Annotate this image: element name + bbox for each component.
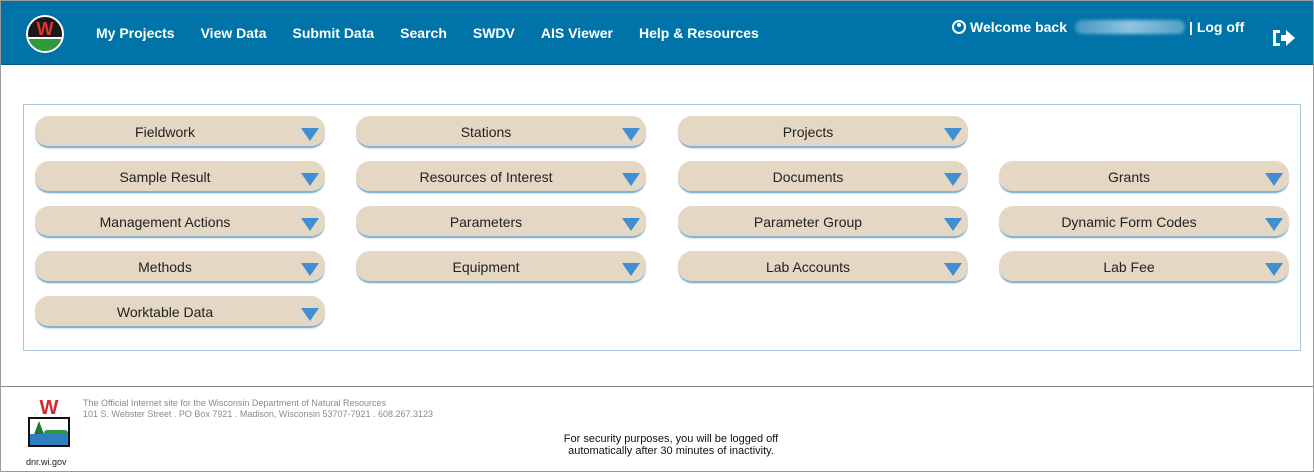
dropdown-label: Dynamic Form Codes	[1061, 214, 1197, 230]
equipment-dropdown[interactable]: Equipment	[356, 251, 646, 283]
lab-accounts-dropdown[interactable]: Lab Accounts	[678, 251, 968, 283]
dropdown-arrow-icon	[301, 173, 319, 186]
top-navigation-bar: W My Projects View Data Submit Data Sear…	[1, 1, 1313, 65]
fieldwork-dropdown[interactable]: Fieldwork	[35, 116, 325, 148]
main-nav: My Projects View Data Submit Data Search…	[96, 25, 785, 41]
dropdown-arrow-icon	[1265, 263, 1283, 276]
data-menu-panel: Fieldwork Stations Projects Sample Resul…	[23, 104, 1301, 351]
dropdown-arrow-icon	[622, 128, 640, 141]
dropdown-arrow-icon	[1265, 218, 1283, 231]
dropdown-label: Parameter Group	[753, 214, 863, 230]
logoff-link[interactable]: | Log off	[1189, 19, 1244, 35]
dropdown-label: Worktable Data	[116, 304, 214, 320]
app-page: W My Projects View Data Submit Data Sear…	[0, 0, 1314, 472]
dropdown-arrow-icon	[301, 128, 319, 141]
methods-dropdown[interactable]: Methods	[35, 251, 325, 283]
projects-dropdown[interactable]: Projects	[678, 116, 968, 148]
wi-dnr-logo-icon[interactable]: W	[26, 15, 64, 53]
nav-help-resources[interactable]: Help & Resources	[639, 25, 759, 41]
dropdown-arrow-icon	[622, 218, 640, 231]
dropdown-label: Documents	[772, 169, 844, 185]
dropdown-label: Fieldwork	[135, 124, 195, 140]
stations-dropdown[interactable]: Stations	[356, 116, 646, 148]
dropdown-label: Sample Result	[119, 169, 211, 185]
dropdown-arrow-icon	[301, 218, 319, 231]
dropdown-arrow-icon	[1265, 173, 1283, 186]
dynamic-form-codes-dropdown[interactable]: Dynamic Form Codes	[999, 206, 1289, 238]
footer-info: The Official Internet site for the Wisco…	[83, 398, 433, 420]
footer-site-line: The Official Internet site for the Wisco…	[83, 398, 386, 408]
blurred-user-name	[1075, 20, 1186, 34]
dropdown-arrow-icon	[301, 263, 319, 276]
resources-of-interest-dropdown[interactable]: Resources of Interest	[356, 161, 646, 193]
footer-url[interactable]: dnr.wi.gov	[26, 457, 67, 467]
lab-fee-dropdown[interactable]: Lab Fee	[999, 251, 1289, 283]
dnr-footer-logo-icon[interactable]: W	[28, 397, 70, 452]
dropdown-arrow-icon	[944, 173, 962, 186]
parameter-group-dropdown[interactable]: Parameter Group	[678, 206, 968, 238]
dropdown-label: Management Actions	[99, 214, 231, 230]
logoff-arrow-icon[interactable]	[1271, 27, 1297, 49]
parameters-dropdown[interactable]: Parameters	[356, 206, 646, 238]
dropdown-label: Lab Fee	[1103, 259, 1155, 275]
welcome-area: Welcome back | Log off	[952, 19, 1244, 35]
welcome-label: Welcome back	[970, 19, 1068, 35]
worktable-data-dropdown[interactable]: Worktable Data	[35, 296, 325, 328]
dropdown-label: Grants	[1107, 169, 1150, 185]
dropdown-label: Methods	[138, 259, 192, 275]
grants-dropdown[interactable]: Grants	[999, 161, 1289, 193]
footer-divider	[1, 386, 1313, 387]
dropdown-label: Projects	[782, 124, 834, 140]
dropdown-arrow-icon	[944, 263, 962, 276]
dropdown-arrow-icon	[301, 308, 319, 321]
dropdown-label: Resources of Interest	[419, 169, 553, 185]
dropdown-arrow-icon	[622, 173, 640, 186]
dropdown-label: Lab Accounts	[765, 259, 851, 275]
nav-swdv[interactable]: SWDV	[473, 25, 515, 41]
dropdown-label: Equipment	[452, 259, 520, 275]
dropdown-label: Parameters	[449, 214, 523, 230]
user-circle-icon	[952, 20, 966, 34]
nav-my-projects[interactable]: My Projects	[96, 25, 175, 41]
dropdown-arrow-icon	[944, 218, 962, 231]
security-line-1: For security purposes, you will be logge…	[563, 433, 779, 445]
sample-result-dropdown[interactable]: Sample Result	[35, 161, 325, 193]
dropdown-arrow-icon	[944, 128, 962, 141]
documents-dropdown[interactable]: Documents	[678, 161, 968, 193]
nav-ais-viewer[interactable]: AIS Viewer	[541, 25, 613, 41]
management-actions-dropdown[interactable]: Management Actions	[35, 206, 325, 238]
nav-view-data[interactable]: View Data	[201, 25, 267, 41]
dropdown-label: Stations	[460, 124, 512, 140]
nav-submit-data[interactable]: Submit Data	[292, 25, 374, 41]
security-notice: For security purposes, you will be logge…	[471, 433, 871, 457]
nav-search[interactable]: Search	[400, 25, 447, 41]
security-line-2: automatically after 30 minutes of inacti…	[568, 445, 774, 457]
dropdown-arrow-icon	[622, 263, 640, 276]
footer-address-line: 101 S. Webster Street . PO Box 7921 . Ma…	[83, 409, 434, 419]
